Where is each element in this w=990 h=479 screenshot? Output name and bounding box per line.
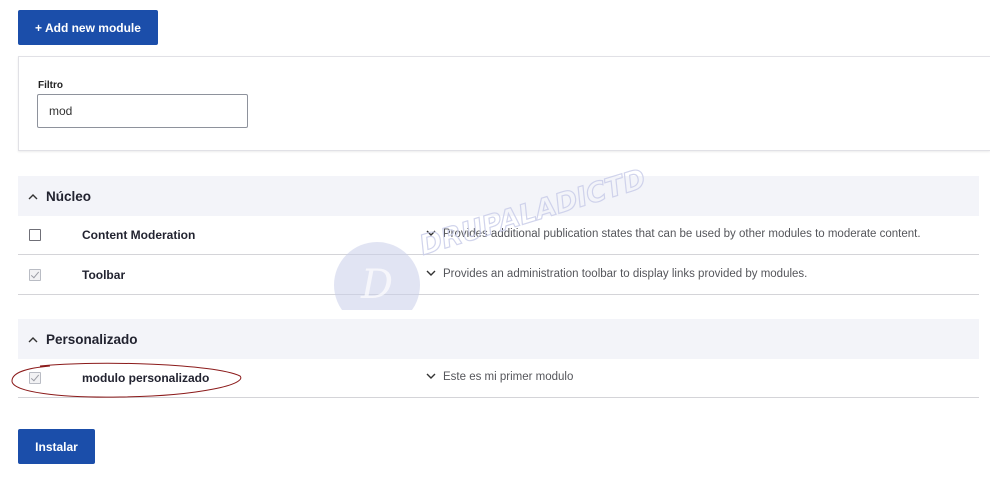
group-header-custom[interactable]: Personalizado bbox=[18, 319, 979, 359]
chevron-down-icon[interactable] bbox=[426, 268, 436, 280]
module-description[interactable]: Provides additional publication states t… bbox=[443, 228, 921, 240]
module-checkbox[interactable] bbox=[29, 229, 41, 241]
module-row: Toolbar Provides an administration toolb… bbox=[18, 256, 979, 295]
module-checkbox bbox=[29, 269, 41, 281]
chevron-up-icon bbox=[28, 332, 42, 346]
module-name: Toolbar bbox=[82, 268, 126, 282]
chevron-down-icon[interactable] bbox=[426, 228, 436, 240]
install-button[interactable]: Instalar bbox=[18, 429, 95, 464]
module-checkbox bbox=[29, 372, 41, 384]
group-title: Personalizado bbox=[46, 331, 138, 347]
add-new-module-button[interactable]: + Add new module bbox=[18, 10, 158, 45]
module-name: modulo personalizado bbox=[82, 371, 210, 385]
module-description[interactable]: Este es mi primer modulo bbox=[443, 371, 573, 383]
module-row: Content Moderation Provides additional p… bbox=[18, 216, 979, 255]
module-row: modulo personalizado Este es mi primer m… bbox=[18, 359, 979, 398]
chevron-up-icon bbox=[28, 189, 42, 203]
group-title: Núcleo bbox=[46, 188, 92, 204]
module-name: Content Moderation bbox=[82, 228, 196, 242]
filter-panel: Filtro mod bbox=[18, 56, 990, 151]
group-header-core[interactable]: Núcleo bbox=[18, 176, 979, 216]
module-description[interactable]: Provides an administration toolbar to di… bbox=[443, 268, 807, 280]
filter-label: Filtro bbox=[38, 80, 63, 91]
filter-input[interactable]: mod bbox=[37, 94, 248, 128]
chevron-down-icon[interactable] bbox=[426, 371, 436, 383]
